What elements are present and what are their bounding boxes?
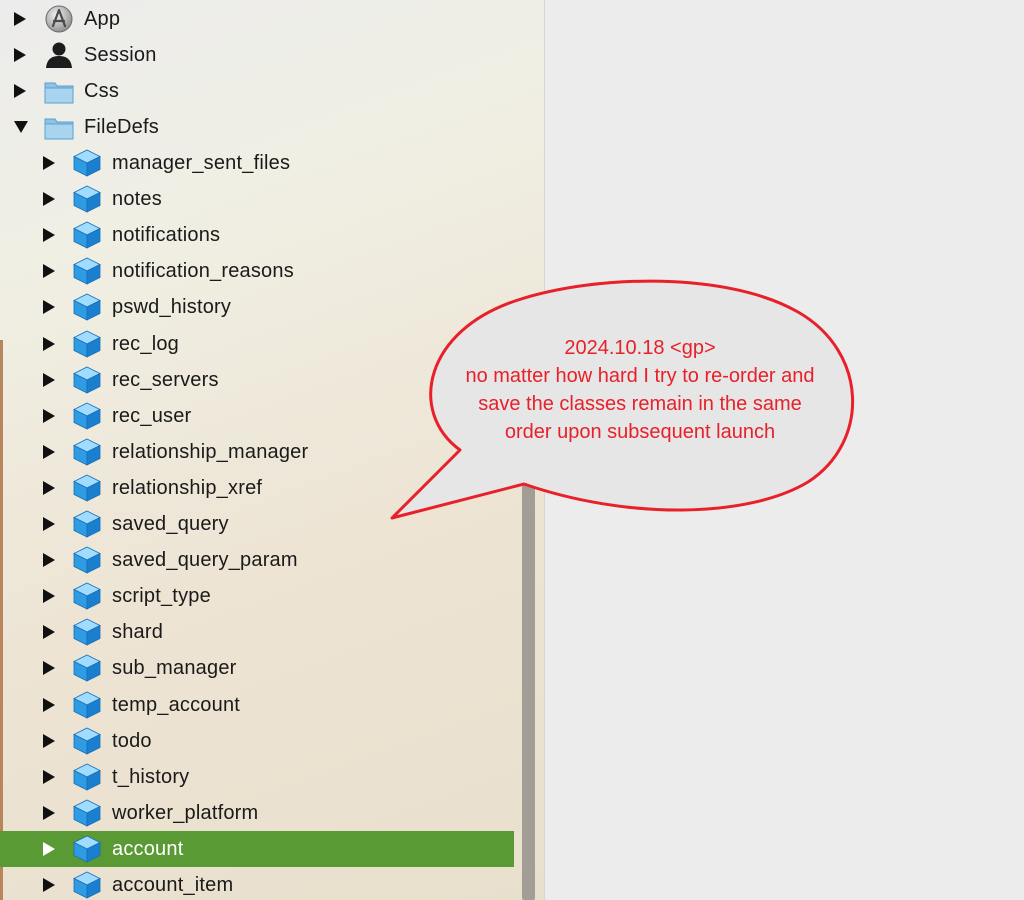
cube-icon bbox=[73, 221, 101, 249]
tree-item-label: notes bbox=[112, 188, 162, 211]
disclosure-triangle-icon[interactable] bbox=[43, 878, 55, 892]
cube-icon bbox=[73, 257, 101, 285]
callout-line: order upon subsequent launch bbox=[504, 421, 776, 443]
cube-icon bbox=[73, 654, 101, 683]
cube-icon bbox=[73, 474, 101, 502]
cube-icon bbox=[73, 402, 101, 430]
tree-item-label: account_item bbox=[112, 874, 234, 896]
tree-item-label: rec_servers bbox=[112, 368, 219, 391]
tree-item-label: script_type bbox=[112, 585, 211, 608]
disclosure-triangle-icon[interactable] bbox=[43, 372, 55, 387]
tree-item-label: notifications bbox=[112, 224, 221, 247]
tree-item-label: notification_reasons bbox=[112, 260, 294, 283]
disclosure-triangle-icon[interactable] bbox=[43, 805, 55, 820]
cube-icon bbox=[73, 618, 101, 646]
disclosure-triangle-icon[interactable] bbox=[43, 480, 55, 495]
tree-item-app[interactable]: App bbox=[0, 1, 514, 37]
cube-icon bbox=[73, 582, 101, 610]
disclosure-triangle-icon[interactable] bbox=[43, 336, 55, 351]
disclosure-triangle-icon[interactable] bbox=[43, 444, 55, 459]
tree-item-label: saved_query bbox=[112, 513, 229, 535]
disclosure-triangle-icon[interactable] bbox=[43, 228, 55, 243]
tree-item-label: todo bbox=[112, 729, 152, 752]
tree-item-account[interactable]: account bbox=[0, 830, 514, 867]
cube-icon bbox=[73, 330, 101, 358]
tree-item-label: Session bbox=[84, 44, 157, 66]
tree-item-sub-manager[interactable]: sub_manager bbox=[0, 650, 514, 686]
tree-item-label: rec_user bbox=[112, 404, 192, 427]
disclosure-triangle-icon[interactable] bbox=[14, 84, 26, 98]
disclosure-triangle-icon[interactable] bbox=[43, 841, 55, 856]
tree-item-shard[interactable]: shard bbox=[0, 614, 514, 650]
tree-item-label: rec_log bbox=[112, 332, 179, 355]
disclosure-triangle-icon[interactable] bbox=[43, 408, 55, 423]
cube-icon bbox=[73, 185, 101, 213]
callout-line: 2024.10.18 <gp> bbox=[564, 337, 716, 359]
tree-item-label: App bbox=[84, 8, 121, 30]
cube-icon bbox=[73, 510, 101, 538]
disclosure-triangle-open-icon[interactable] bbox=[14, 121, 28, 133]
cube-icon bbox=[73, 799, 101, 827]
tree-item-account-item[interactable]: account_item bbox=[0, 867, 514, 900]
tree-item-temp-account[interactable]: temp_account bbox=[0, 687, 514, 723]
folder-icon bbox=[44, 118, 74, 140]
tree-item-todo[interactable]: todo bbox=[0, 723, 514, 759]
disclosure-triangle-icon[interactable] bbox=[43, 192, 55, 207]
tree-item-label: shard bbox=[112, 621, 164, 644]
cube-icon bbox=[73, 871, 101, 899]
disclosure-triangle-icon[interactable] bbox=[14, 12, 26, 26]
disclosure-triangle-icon[interactable] bbox=[43, 661, 55, 676]
tree-item-filedefs[interactable]: FileDefs bbox=[0, 109, 514, 145]
disclosure-triangle-icon[interactable] bbox=[43, 553, 55, 568]
tree-item-label: relationship_xref bbox=[112, 476, 263, 499]
app-store-icon bbox=[45, 5, 73, 33]
tree-item-notifications[interactable]: notifications bbox=[0, 217, 514, 253]
disclosure-triangle-icon[interactable] bbox=[43, 625, 55, 640]
disclosure-triangle-icon[interactable] bbox=[43, 156, 55, 170]
callout-text: 2024.10.18 <gp> no matter how hard I try… bbox=[430, 334, 850, 446]
tree-item-label: manager_sent_files bbox=[112, 152, 291, 174]
cube-icon bbox=[73, 691, 101, 719]
cube-icon bbox=[73, 366, 101, 394]
callout-line: no matter how hard I try to re-order and bbox=[465, 365, 815, 387]
scrollbar-thumb[interactable] bbox=[522, 478, 535, 900]
cube-icon bbox=[73, 149, 101, 177]
disclosure-triangle-icon[interactable] bbox=[43, 589, 55, 604]
cube-icon bbox=[73, 763, 101, 791]
tree-item-label: pswd_history bbox=[112, 296, 232, 319]
tree-item-label: t_history bbox=[112, 765, 190, 788]
tree-item-label: saved_query_param bbox=[112, 549, 298, 572]
tree-item-saved-query-param[interactable]: saved_query_param bbox=[0, 542, 514, 578]
disclosure-triangle-icon[interactable] bbox=[43, 264, 55, 279]
person-icon bbox=[46, 42, 72, 68]
tree-item-label: sub_manager bbox=[112, 657, 237, 680]
tree-item-css[interactable]: Css bbox=[0, 73, 514, 109]
tree-item-manager-sent-files[interactable]: manager_sent_files bbox=[0, 145, 514, 181]
disclosure-triangle-icon[interactable] bbox=[14, 48, 26, 62]
folder-icon bbox=[44, 82, 74, 104]
tree-item-notes[interactable]: notes bbox=[0, 181, 514, 217]
cube-icon bbox=[73, 835, 101, 863]
tree-item-session[interactable]: Session bbox=[0, 37, 514, 73]
disclosure-triangle-icon[interactable] bbox=[43, 769, 55, 784]
cube-icon bbox=[73, 293, 101, 322]
tree-item-t-history[interactable]: t_history bbox=[0, 759, 514, 795]
tree-item-label: temp_account bbox=[112, 693, 241, 716]
tree-item-label: account bbox=[112, 837, 184, 860]
disclosure-triangle-icon[interactable] bbox=[43, 733, 55, 748]
tree-item-label: relationship_manager bbox=[112, 440, 309, 463]
cube-icon bbox=[73, 438, 101, 466]
tree-item-script-type[interactable]: script_type bbox=[0, 578, 514, 614]
disclosure-triangle-icon[interactable] bbox=[43, 300, 55, 315]
tree-item-label: Css bbox=[84, 80, 120, 102]
tree-item-label: worker_platform bbox=[112, 801, 259, 824]
disclosure-triangle-icon[interactable] bbox=[43, 697, 55, 712]
disclosure-triangle-icon[interactable] bbox=[43, 517, 55, 531]
cube-icon bbox=[73, 546, 101, 574]
cube-icon bbox=[73, 727, 101, 755]
tree-item-worker-platform[interactable]: worker_platform bbox=[0, 795, 514, 831]
callout-line: save the classes remain in the same bbox=[478, 393, 802, 415]
tree-item-label: FileDefs bbox=[84, 116, 159, 138]
